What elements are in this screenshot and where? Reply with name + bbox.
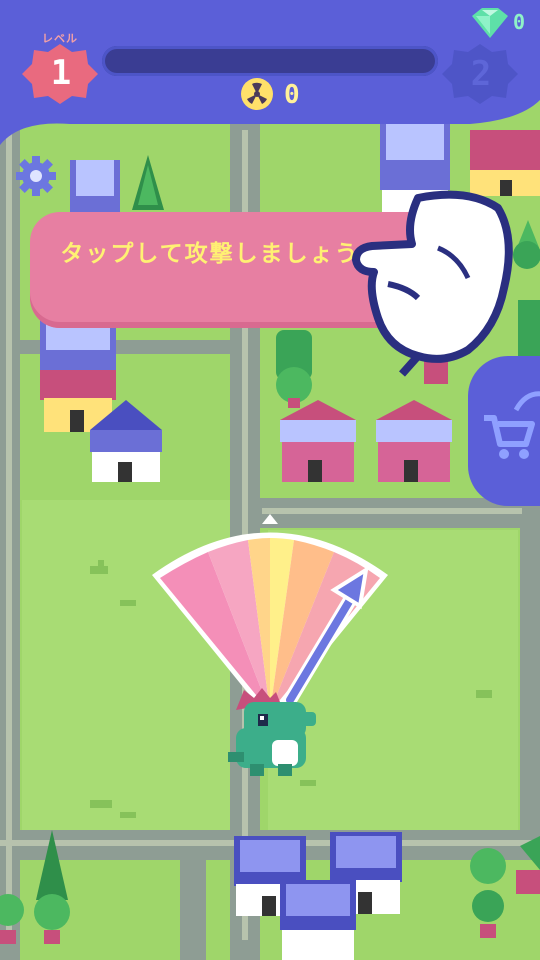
- building: [40, 320, 116, 432]
- sparkle-icon: [514, 391, 540, 412]
- gear-icon[interactable]: [12, 152, 60, 200]
- shop-button[interactable]: [468, 356, 540, 506]
- game-map[interactable]: [0, 0, 540, 960]
- tutorial-message: タップして攻撃しましょう: [60, 241, 360, 267]
- cart-icon: [484, 415, 535, 459]
- gem-count: 0: [513, 10, 526, 34]
- building: [470, 130, 540, 196]
- level-label: レベル: [42, 32, 78, 45]
- radiation-icon: [241, 78, 273, 110]
- pointing-hand-icon: [352, 190, 513, 377]
- building: [70, 160, 120, 220]
- radiation-count: 0: [284, 80, 300, 110]
- level-progress-bar: [102, 46, 438, 76]
- current-level-number: 1: [50, 53, 72, 93]
- next-level-number: 2: [470, 54, 492, 94]
- tree: [276, 330, 312, 408]
- building: [280, 880, 356, 960]
